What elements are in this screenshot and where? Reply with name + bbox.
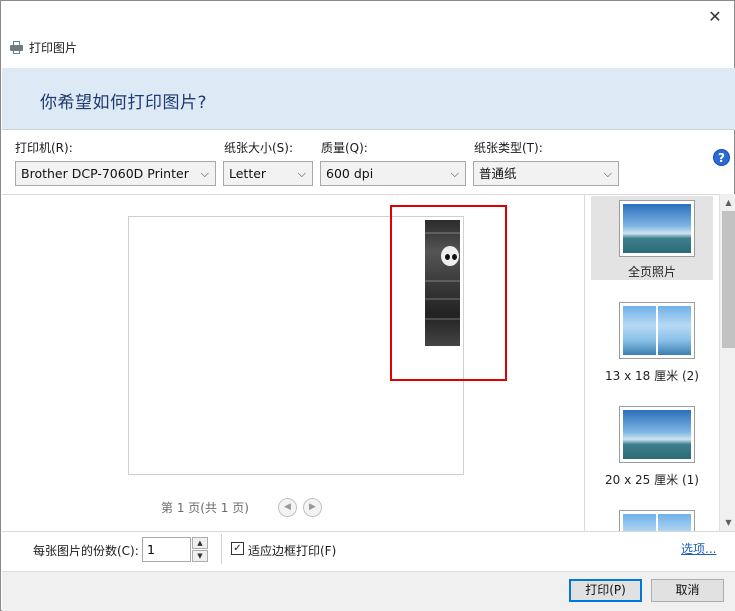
scroll-down-icon[interactable]: ▼ [720,514,735,531]
fit-frame-label[interactable]: 适应边框打印(F) [248,542,336,559]
chevron-down-icon: ⌵ [200,167,209,180]
layout-thumbnail [619,302,695,359]
spin-up-button[interactable]: ▲ [192,537,208,549]
chevron-down-icon: ⌵ [297,167,306,180]
layout-item-label: 全页照片 [627,265,676,279]
previous-page-button[interactable]: ◀ [278,498,297,517]
scroll-thumb[interactable] [722,211,735,348]
layout-gallery: 全页照片 13 x 18 厘米 (2) 20 x 25 厘米 (1) [584,194,719,531]
paper-size-select[interactable]: Letter ⌵ [223,161,313,186]
copies-input[interactable] [142,537,191,562]
layout-thumbnail [619,200,695,257]
scroll-up-icon[interactable]: ▲ [720,194,735,211]
help-icon[interactable]: ? [713,149,730,166]
options-link[interactable]: 选项... [681,540,716,557]
close-icon[interactable]: ✕ [704,6,726,28]
layout-item-label: 13 x 18 厘米 (2) [605,369,699,383]
divider [221,534,222,564]
quality-label: 质量(Q): [321,141,368,155]
layout-item-more[interactable] [591,507,713,531]
page-title: 你希望如何打印图片? [40,93,208,113]
layout-scrollbar[interactable]: ▲ ▼ [719,194,735,531]
quality-select-value: 600 dpi [326,166,374,181]
spin-down-button[interactable]: ▼ [192,550,208,562]
quality-select[interactable]: 600 dpi ⌵ [320,161,466,186]
paper-type-label: 纸张类型(T): [474,141,543,155]
highlight-box [390,205,507,381]
printer-select-value: Brother DCP-7060D Printer [21,166,189,181]
dialog-title-text: 打印图片 [29,40,78,55]
cancel-button[interactable]: 取消 [651,579,724,602]
layout-item-label: 20 x 25 厘米 (1) [605,473,699,487]
page-indicator: 第 1 页(共 1 页) [161,501,249,515]
paper-type-select-value: 普通纸 [479,166,517,181]
fit-frame-checkbox[interactable]: ✓ [231,542,244,555]
next-page-button[interactable]: ▶ [303,498,322,517]
chevron-down-icon: ⌵ [603,167,612,180]
chevron-down-icon: ⌵ [450,167,459,180]
paper-size-select-value: Letter [229,166,267,181]
print-pictures-dialog: ✕ 打印图片 你希望如何打印图片? 打印机(R): Brother DCP-70… [0,0,735,611]
layout-thumbnail [619,510,695,531]
copies-label: 每张图片的份数(C): [33,544,139,558]
layout-thumbnail [619,406,695,463]
printer-icon [9,40,25,54]
dialog-title: 打印图片 [9,38,77,56]
print-button[interactable]: 打印(P) [569,579,642,602]
header-banner: 你希望如何打印图片? [2,68,735,130]
layout-item-20x25[interactable]: 20 x 25 厘米 (1) [591,403,713,493]
layout-item-full-page[interactable]: 全页照片 [591,196,713,280]
printer-label: 打印机(R): [15,141,73,155]
paper-type-select[interactable]: 普通纸 ⌵ [473,161,619,186]
paper-size-label: 纸张大小(S): [224,141,294,155]
layout-item-13x18[interactable]: 13 x 18 厘米 (2) [591,299,713,389]
printer-select[interactable]: Brother DCP-7060D Printer ⌵ [15,161,216,186]
